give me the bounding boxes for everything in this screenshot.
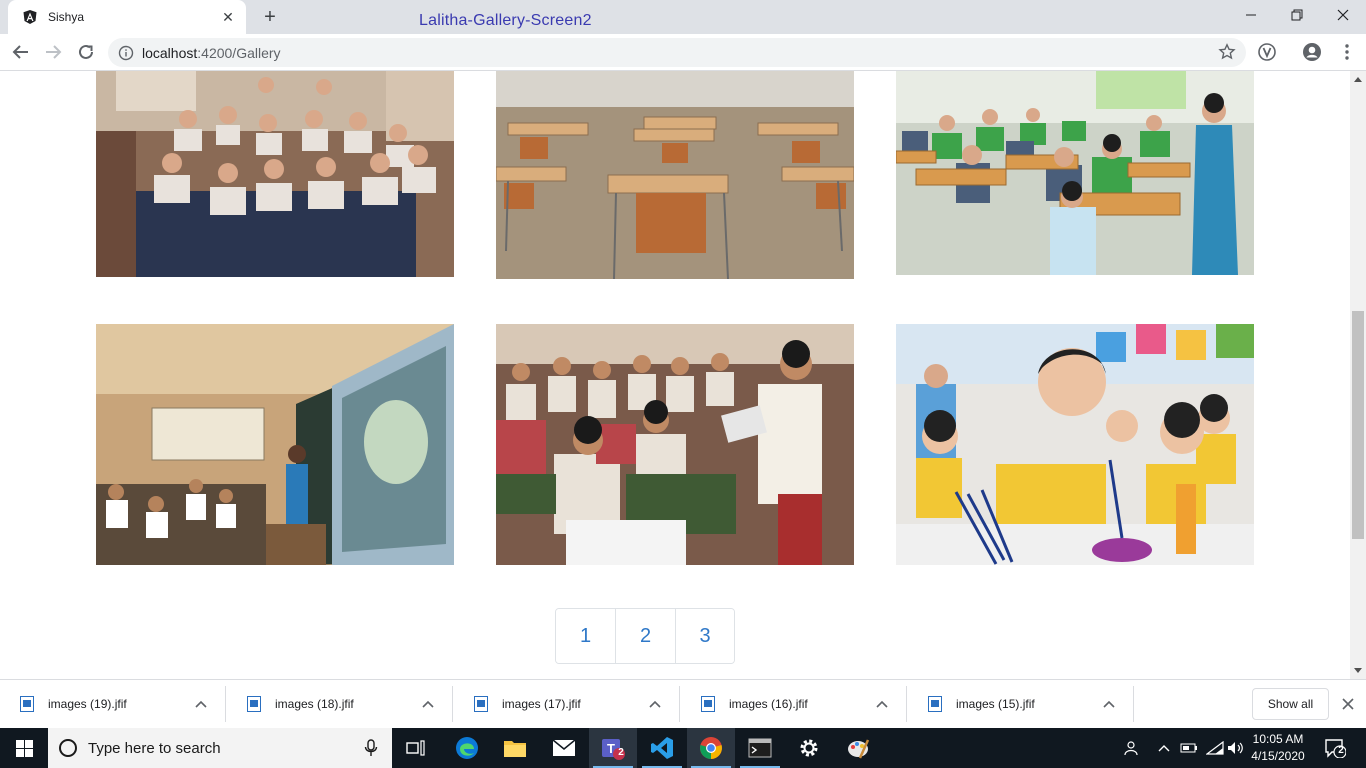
- download-filename: images (18).jfif: [275, 697, 354, 711]
- browser-toolbar: localhost:4200/Gallery: [0, 34, 1366, 71]
- gallery-image-6[interactable]: [896, 324, 1254, 565]
- menu-kebab-icon[interactable]: [1336, 41, 1358, 63]
- paint-icon[interactable]: [834, 728, 882, 768]
- chrome-icon[interactable]: [687, 728, 735, 768]
- download-filename: images (15).jfif: [956, 697, 1035, 711]
- edge-browser-icon[interactable]: [443, 728, 491, 768]
- vertical-scrollbar[interactable]: [1350, 71, 1366, 679]
- task-view-icon[interactable]: [392, 728, 440, 768]
- chevron-up-icon[interactable]: [1099, 694, 1119, 714]
- settings-gear-icon[interactable]: [785, 728, 833, 768]
- chevron-up-icon[interactable]: [418, 694, 438, 714]
- image-file-icon: [247, 696, 261, 712]
- gallery-image-2[interactable]: [496, 71, 854, 279]
- gallery-image-5[interactable]: [496, 324, 854, 565]
- windows-taskbar: Type here to search T 2 10:05 AM 4/15/20…: [0, 728, 1366, 768]
- gallery-image-4[interactable]: [96, 324, 454, 565]
- mail-icon[interactable]: [540, 728, 588, 768]
- download-item[interactable]: images (16).jfif: [681, 686, 907, 722]
- search-placeholder: Type here to search: [88, 739, 221, 757]
- download-item[interactable]: images (15).jfif: [908, 686, 1134, 722]
- clock-time: 10:05 AM: [1252, 732, 1304, 746]
- close-window-button[interactable]: [1320, 0, 1366, 30]
- download-filename: images (19).jfif: [48, 697, 127, 711]
- restore-button[interactable]: [1274, 0, 1320, 30]
- downloads-bar: images (19).jfif images (18).jfif images…: [0, 679, 1366, 728]
- image-file-icon: [701, 696, 715, 712]
- windows-start-icon[interactable]: [0, 728, 48, 768]
- people-icon[interactable]: [1118, 728, 1142, 768]
- bookmark-star-icon[interactable]: [1218, 43, 1236, 61]
- teams-badge: 2: [618, 747, 624, 758]
- clock-date: 4/15/2020: [1251, 749, 1305, 763]
- battery-icon[interactable]: [1178, 728, 1200, 768]
- forward-arrow-icon[interactable]: [41, 40, 65, 64]
- scrollbar-thumb[interactable]: [1352, 311, 1364, 539]
- reload-icon[interactable]: [74, 40, 98, 64]
- gallery-image-1[interactable]: [96, 71, 454, 277]
- address-bar[interactable]: localhost:4200/Gallery: [108, 38, 1246, 67]
- gallery-image-3[interactable]: [896, 71, 1254, 275]
- scroll-down-arrow-icon[interactable]: [1350, 663, 1366, 679]
- download-item[interactable]: images (18).jfif: [227, 686, 453, 722]
- chevron-up-icon[interactable]: [1154, 728, 1174, 768]
- title-bar: Sishya ✕ + Lalitha-Gallery-Screen2: [0, 0, 1366, 34]
- notification-center-icon[interactable]: 2: [1320, 728, 1350, 768]
- page-link-1[interactable]: 1: [556, 609, 616, 663]
- chevron-up-icon[interactable]: [872, 694, 892, 714]
- page-link-2[interactable]: 2: [616, 609, 676, 663]
- download-filename: images (17).jfif: [502, 697, 581, 711]
- search-icon: [59, 739, 77, 757]
- url-text: localhost:4200/Gallery: [142, 44, 281, 61]
- microphone-icon[interactable]: [364, 739, 378, 757]
- volume-icon[interactable]: [1226, 728, 1246, 768]
- tab-title: Sishya: [48, 10, 85, 24]
- extension-icon[interactable]: [1256, 41, 1278, 63]
- download-filename: images (16).jfif: [729, 697, 808, 711]
- browser-tab[interactable]: Sishya ✕: [8, 0, 246, 34]
- chevron-up-icon[interactable]: [645, 694, 665, 714]
- angular-favicon-icon: [22, 9, 38, 25]
- file-explorer-icon[interactable]: [491, 728, 539, 768]
- new-tab-button[interactable]: +: [258, 6, 282, 28]
- command-prompt-icon[interactable]: [736, 728, 784, 768]
- pagination: 1 2 3: [555, 608, 735, 664]
- show-all-button[interactable]: Show all: [1252, 688, 1329, 720]
- download-item[interactable]: images (17).jfif: [454, 686, 680, 722]
- image-file-icon: [928, 696, 942, 712]
- profile-avatar-icon[interactable]: [1301, 41, 1323, 63]
- teams-icon[interactable]: T 2: [589, 728, 637, 768]
- screen-caption: Lalitha-Gallery-Screen2: [419, 12, 592, 29]
- vscode-icon[interactable]: [638, 728, 686, 768]
- taskbar-search-input[interactable]: Type here to search: [48, 728, 392, 768]
- download-item[interactable]: images (19).jfif: [0, 686, 226, 722]
- back-arrow-icon[interactable]: [9, 40, 33, 64]
- chevron-up-icon[interactable]: [191, 694, 211, 714]
- site-info-icon[interactable]: [118, 45, 134, 61]
- scroll-up-arrow-icon[interactable]: [1350, 71, 1366, 87]
- image-file-icon: [20, 696, 34, 712]
- system-clock[interactable]: 10:05 AM 4/15/2020: [1246, 731, 1310, 765]
- image-file-icon: [474, 696, 488, 712]
- page-link-3[interactable]: 3: [676, 609, 734, 663]
- tab-close-icon[interactable]: ✕: [220, 9, 236, 26]
- minimize-button[interactable]: [1228, 0, 1274, 30]
- notification-count: 2: [1338, 745, 1344, 756]
- wifi-icon[interactable]: [1204, 728, 1226, 768]
- page-content: 1 2 3: [0, 71, 1350, 679]
- close-downloads-icon[interactable]: [1338, 694, 1358, 714]
